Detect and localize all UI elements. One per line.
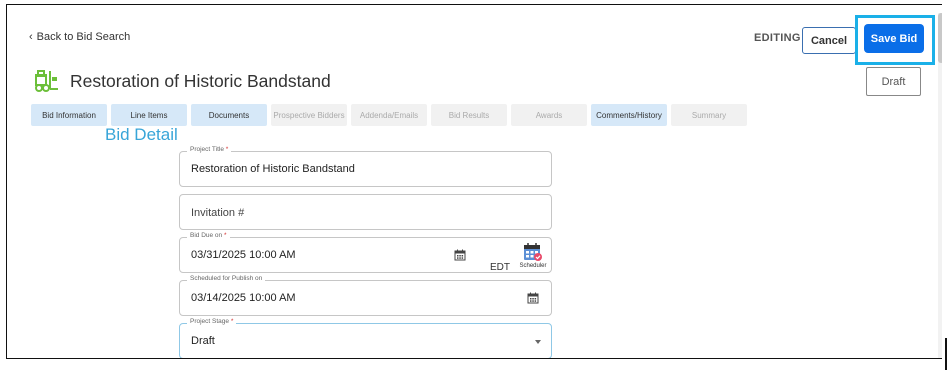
calendar-icon[interactable] bbox=[527, 292, 539, 304]
project-title-label: Project Title * bbox=[187, 146, 232, 153]
vertical-scrollbar[interactable] bbox=[938, 13, 942, 358]
section-heading: Bid Detail bbox=[105, 125, 178, 144]
scheduled-publish-field[interactable]: Scheduled for Publish on 03/14/2025 10:0… bbox=[179, 275, 552, 316]
timezone-label: EDT bbox=[490, 262, 510, 273]
tab-bid-information[interactable]: Bid Information bbox=[31, 104, 107, 126]
scheduler-button[interactable]: Scheduler bbox=[518, 242, 548, 278]
tab-comments-history[interactable]: Comments/History bbox=[591, 104, 667, 126]
project-title-value: Restoration of Historic Bandstand bbox=[191, 163, 355, 175]
bid-due-label: Bid Due on * bbox=[187, 232, 230, 239]
back-link-label: Back to Bid Search bbox=[36, 31, 131, 43]
project-stage-label: Project Stage * bbox=[187, 318, 237, 325]
page-title-row: Restoration of Historic Bandstand bbox=[34, 69, 331, 93]
calendar-icon[interactable] bbox=[454, 249, 466, 261]
chevron-down-icon bbox=[535, 340, 541, 344]
scheduled-publish-label: Scheduled for Publish on bbox=[187, 275, 266, 282]
scrollbar-thumb[interactable] bbox=[938, 13, 942, 63]
scheduler-calendar-icon bbox=[524, 243, 542, 261]
tab-addenda-emails[interactable]: Addenda/Emails bbox=[351, 104, 427, 126]
project-title-field[interactable]: Project Title * Restoration of Historic … bbox=[179, 146, 552, 187]
tab-bar: Bid Information Line Items Documents Pro… bbox=[31, 104, 747, 126]
chevron-left-icon: ‹ bbox=[29, 31, 33, 43]
forklift-icon bbox=[35, 70, 58, 92]
window-edge bbox=[945, 338, 947, 370]
app-window: ‹ Back to Bid Search EDITING Cancel Save… bbox=[6, 4, 942, 359]
editing-mode-label: EDITING bbox=[754, 32, 801, 44]
tab-awards[interactable]: Awards bbox=[511, 104, 587, 126]
save-bid-button[interactable]: Save Bid bbox=[864, 24, 924, 53]
cancel-button[interactable]: Cancel bbox=[802, 27, 856, 54]
tab-prospective-bidders[interactable]: Prospective Bidders bbox=[271, 104, 347, 126]
tab-line-items[interactable]: Line Items bbox=[111, 104, 187, 126]
tab-documents[interactable]: Documents bbox=[191, 104, 267, 126]
project-stage-value: Draft bbox=[191, 335, 215, 347]
invitation-number-field[interactable]: Invitation # bbox=[179, 194, 552, 230]
tab-summary[interactable]: Summary bbox=[671, 104, 747, 126]
tab-bid-results[interactable]: Bid Results bbox=[431, 104, 507, 126]
scheduler-label: Scheduler bbox=[519, 263, 547, 269]
invitation-number-placeholder: Invitation # bbox=[191, 207, 245, 219]
scheduled-publish-value: 03/14/2025 10:00 AM bbox=[191, 292, 296, 304]
page-title: Restoration of Historic Bandstand bbox=[70, 70, 331, 91]
status-badge: Draft bbox=[866, 67, 921, 96]
project-stage-select[interactable]: Project Stage * Draft bbox=[179, 318, 552, 358]
back-to-bid-search-link[interactable]: ‹ Back to Bid Search bbox=[29, 31, 130, 43]
bid-due-value: 03/31/2025 10:00 AM bbox=[191, 249, 296, 261]
